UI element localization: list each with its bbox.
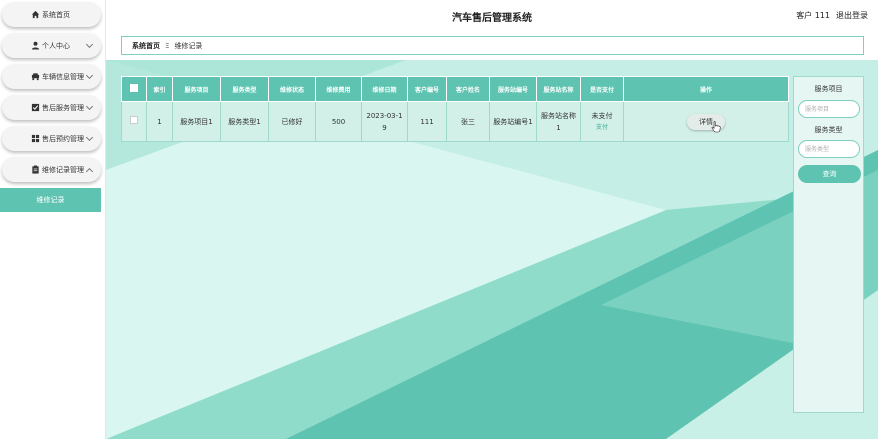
nav-item-label: 维修记录管理 — [42, 165, 84, 174]
sidebar-subitem-repair-record[interactable]: 维修记录 — [0, 188, 101, 212]
nav-item-label: 车辆信息管理 — [42, 72, 84, 81]
grid-icon — [31, 134, 40, 143]
row-checkbox-cell[interactable] — [121, 101, 147, 142]
nav-item-service-management[interactable]: 售后服务管理 — [2, 95, 101, 120]
header-customer-name: 客户姓名 — [446, 76, 490, 102]
repair-records-table: 索引 服务项目 服务类型 维修状态 维修费用 维修日期 客户编号 客户姓名 服务… — [121, 76, 789, 142]
breadcrumb-home[interactable]: 系统首页 — [132, 41, 160, 51]
sidebar: 系统首页 个人中心 车辆信息管理 售后服务管理 售后预约管理 维修记录管理 维修… — [0, 0, 106, 439]
cell-customer-name: 张三 — [446, 101, 490, 142]
chevron-up-icon — [85, 167, 94, 176]
search-panel: 服务项目 服务类型 查询 — [793, 76, 864, 413]
car-icon — [31, 73, 40, 81]
cell-service-type: 服务类型1 — [220, 101, 269, 142]
user-area: 客户 111 退出登录 — [796, 10, 868, 21]
payment-status: 未支付 — [591, 111, 613, 120]
logout-link[interactable]: 退出登录 — [836, 10, 868, 21]
nav-item-label: 售后预约管理 — [42, 134, 84, 143]
header-service-type: 服务类型 — [220, 76, 269, 102]
chevron-down-icon — [85, 102, 94, 111]
nav-item-repair-records[interactable]: 维修记录管理 — [2, 157, 101, 182]
chevron-down-icon — [85, 40, 94, 49]
select-all-checkbox[interactable] — [121, 76, 147, 102]
service-type-input[interactable] — [798, 140, 860, 158]
nav-item-label: 个人中心 — [42, 41, 70, 50]
checkbox[interactable] — [130, 84, 138, 92]
clipboard-icon — [32, 165, 39, 174]
chevron-down-icon — [85, 71, 94, 80]
top-header: 汽车售后管理系统 客户 111 退出登录 — [106, 0, 878, 30]
nav-item-appointment-management[interactable]: 售后预约管理 — [2, 126, 101, 151]
header-station-name: 服务站名称 — [536, 76, 581, 102]
cell-station-no: 服务站编号1 — [489, 101, 537, 142]
cell-customer-no: 111 — [407, 101, 447, 142]
chevron-down-icon — [85, 133, 94, 142]
header-customer-no: 客户编号 — [407, 76, 447, 102]
user-icon — [31, 41, 40, 50]
cell-index: 1 — [146, 101, 173, 142]
cell-repair-status: 已修好 — [268, 101, 316, 142]
cell-paid: 未支付 支付 — [580, 101, 624, 142]
checklist-icon — [31, 103, 40, 112]
search-label-service-type: 服务类型 — [814, 126, 843, 134]
hand-cursor-icon — [711, 121, 721, 133]
cell-repair-fee: 500 — [315, 101, 362, 142]
app-title: 汽车售后管理系统 — [452, 13, 532, 24]
checkbox[interactable] — [130, 115, 138, 124]
nav-item-label: 售后服务管理 — [42, 103, 84, 112]
home-icon — [31, 10, 40, 19]
nav-item-vehicle-management[interactable]: 车辆信息管理 — [2, 64, 101, 89]
nav-item-personal-center[interactable]: 个人中心 — [2, 33, 101, 58]
header-action: 操作 — [623, 76, 789, 102]
cell-service-item: 服务项目1 — [172, 101, 221, 142]
header-repair-fee: 维修费用 — [315, 76, 362, 102]
header-station-no: 服务站编号 — [489, 76, 537, 102]
header-service-item: 服务项目 — [172, 76, 221, 102]
header-index: 索引 — [146, 76, 173, 102]
header-paid: 是否支付 — [580, 76, 624, 102]
search-label-service-item: 服务项目 — [814, 85, 843, 93]
breadcrumb-separator: Ξ — [165, 41, 170, 50]
breadcrumb: 系统首页 Ξ 维修记录 — [121, 36, 864, 55]
service-item-input[interactable] — [798, 100, 860, 118]
current-user: 客户 111 — [796, 11, 830, 20]
query-button[interactable]: 查询 — [798, 165, 861, 183]
cell-repair-date: 2023-03-19 — [361, 101, 408, 142]
pay-link[interactable]: 支付 — [581, 122, 623, 134]
nav-item-home[interactable]: 系统首页 — [2, 2, 101, 27]
cell-station-name: 服务站名称1 — [536, 101, 581, 142]
header-repair-status: 维修状态 — [268, 76, 316, 102]
nav-item-label: 系统首页 — [42, 10, 70, 19]
breadcrumb-current: 维修记录 — [174, 41, 203, 50]
header-repair-date: 维修日期 — [361, 76, 408, 102]
table-header-row: 索引 服务项目 服务类型 维修状态 维修费用 维修日期 客户编号 客户姓名 服务… — [121, 76, 789, 102]
table-row: 1 服务项目1 服务类型1 已修好 500 2023-03-19 111 张三 … — [121, 101, 789, 142]
cell-action: 详情 — [623, 101, 789, 142]
